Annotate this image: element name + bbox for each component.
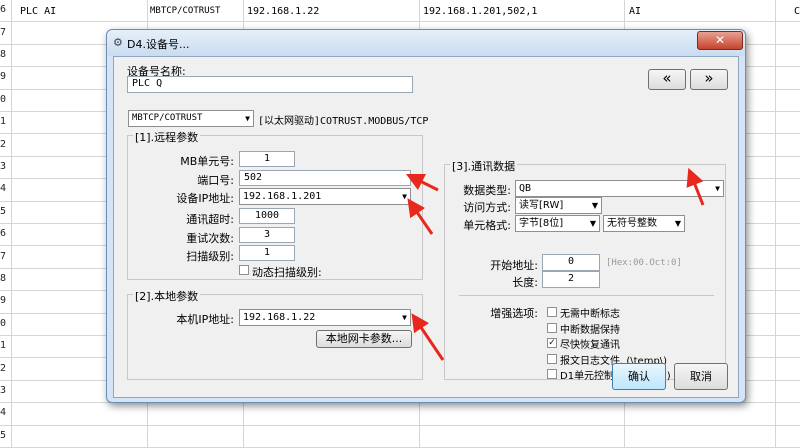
annotation-arrows: [405, 167, 705, 361]
arrow-device-ip: [407, 198, 434, 235]
arrow-local-ip: [411, 313, 445, 361]
arrow-data-type: [686, 167, 705, 206]
arrow-port: [405, 173, 439, 192]
